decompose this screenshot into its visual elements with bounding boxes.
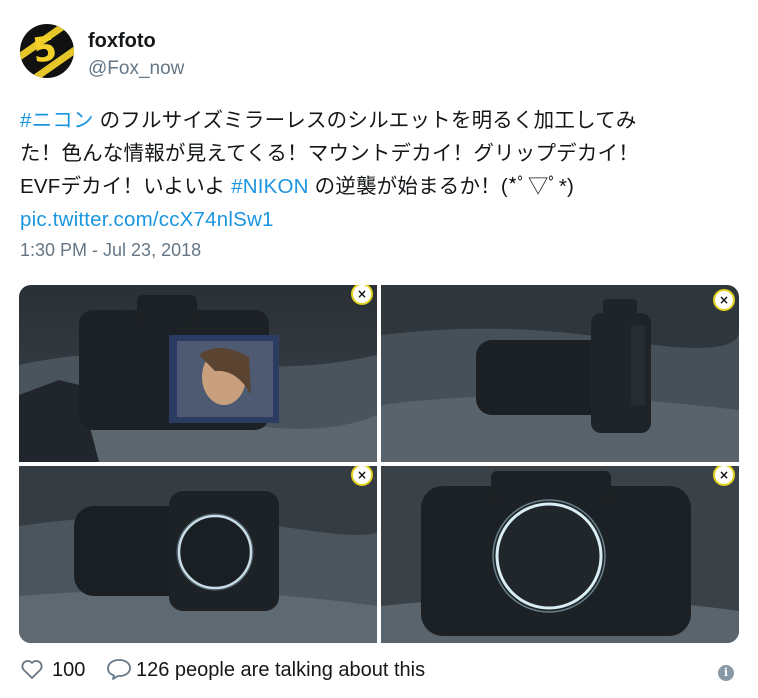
hashtag-nikon-jp[interactable]: #ニコン — [20, 109, 94, 132]
tweet-line-3: EVFデカイ！いよいよ #NIKON の逆襲が始まるか！(*ﾟ▽ﾟ*) — [20, 170, 742, 203]
camera-mount-closeup-image — [381, 466, 739, 643]
avatar[interactable]: 5 — [20, 24, 74, 78]
tweet-text: #ニコン のフルサイズミラーレスのシルエットを明るく加工してみ た！色んな情報が… — [20, 104, 742, 236]
hashtag-nikon[interactable]: #NIKON — [231, 175, 309, 198]
media-grid: × × × × — [19, 285, 739, 643]
camera-rear-screen-image — [19, 285, 377, 462]
tweet-text-segment: のフルサイズミラーレスのシルエットを明るく加工してみ — [93, 109, 637, 132]
media-image-3[interactable]: × — [19, 466, 377, 643]
conversation-count[interactable]: 126 people are talking about this — [136, 659, 425, 682]
user-handle[interactable]: @Fox_now — [88, 58, 184, 80]
info-icon[interactable]: i — [718, 665, 734, 681]
display-name[interactable]: foxfoto — [88, 30, 156, 53]
media-image-4[interactable]: × — [381, 466, 739, 643]
tweet-text-segment: の逆襲が始まるか！(*ﾟ▽ﾟ*) — [308, 175, 575, 198]
tweet-text-segment: EVFデカイ！いよいよ — [20, 175, 232, 198]
media-image-2[interactable]: × — [381, 285, 739, 462]
tweet-line-2: た！色んな情報が見えてくる！マウントデカイ！グリップデカイ！ — [20, 142, 639, 165]
tweet-line-1: #ニコン のフルサイズミラーレスのシルエットを明るく加工してみ — [20, 104, 742, 137]
tweet-header: 5 foxfoto @Fox_now — [20, 24, 740, 86]
tweet-footer: 100 126 people are talking about this i — [20, 655, 740, 687]
like-count: 100 — [52, 659, 86, 681]
speech-bubble-icon[interactable] — [106, 657, 132, 686]
camera-mount-ring-image — [19, 466, 377, 643]
heart-icon[interactable] — [20, 657, 44, 686]
camera-lens-side-image — [381, 285, 739, 462]
close-icon[interactable]: × — [713, 289, 735, 311]
tweet-timestamp[interactable]: 1:30 PM - Jul 23, 2018 — [20, 240, 201, 261]
media-image-1[interactable]: × — [19, 285, 377, 462]
media-link[interactable]: pic.twitter.com/ccX74nlSw1 — [20, 203, 742, 236]
